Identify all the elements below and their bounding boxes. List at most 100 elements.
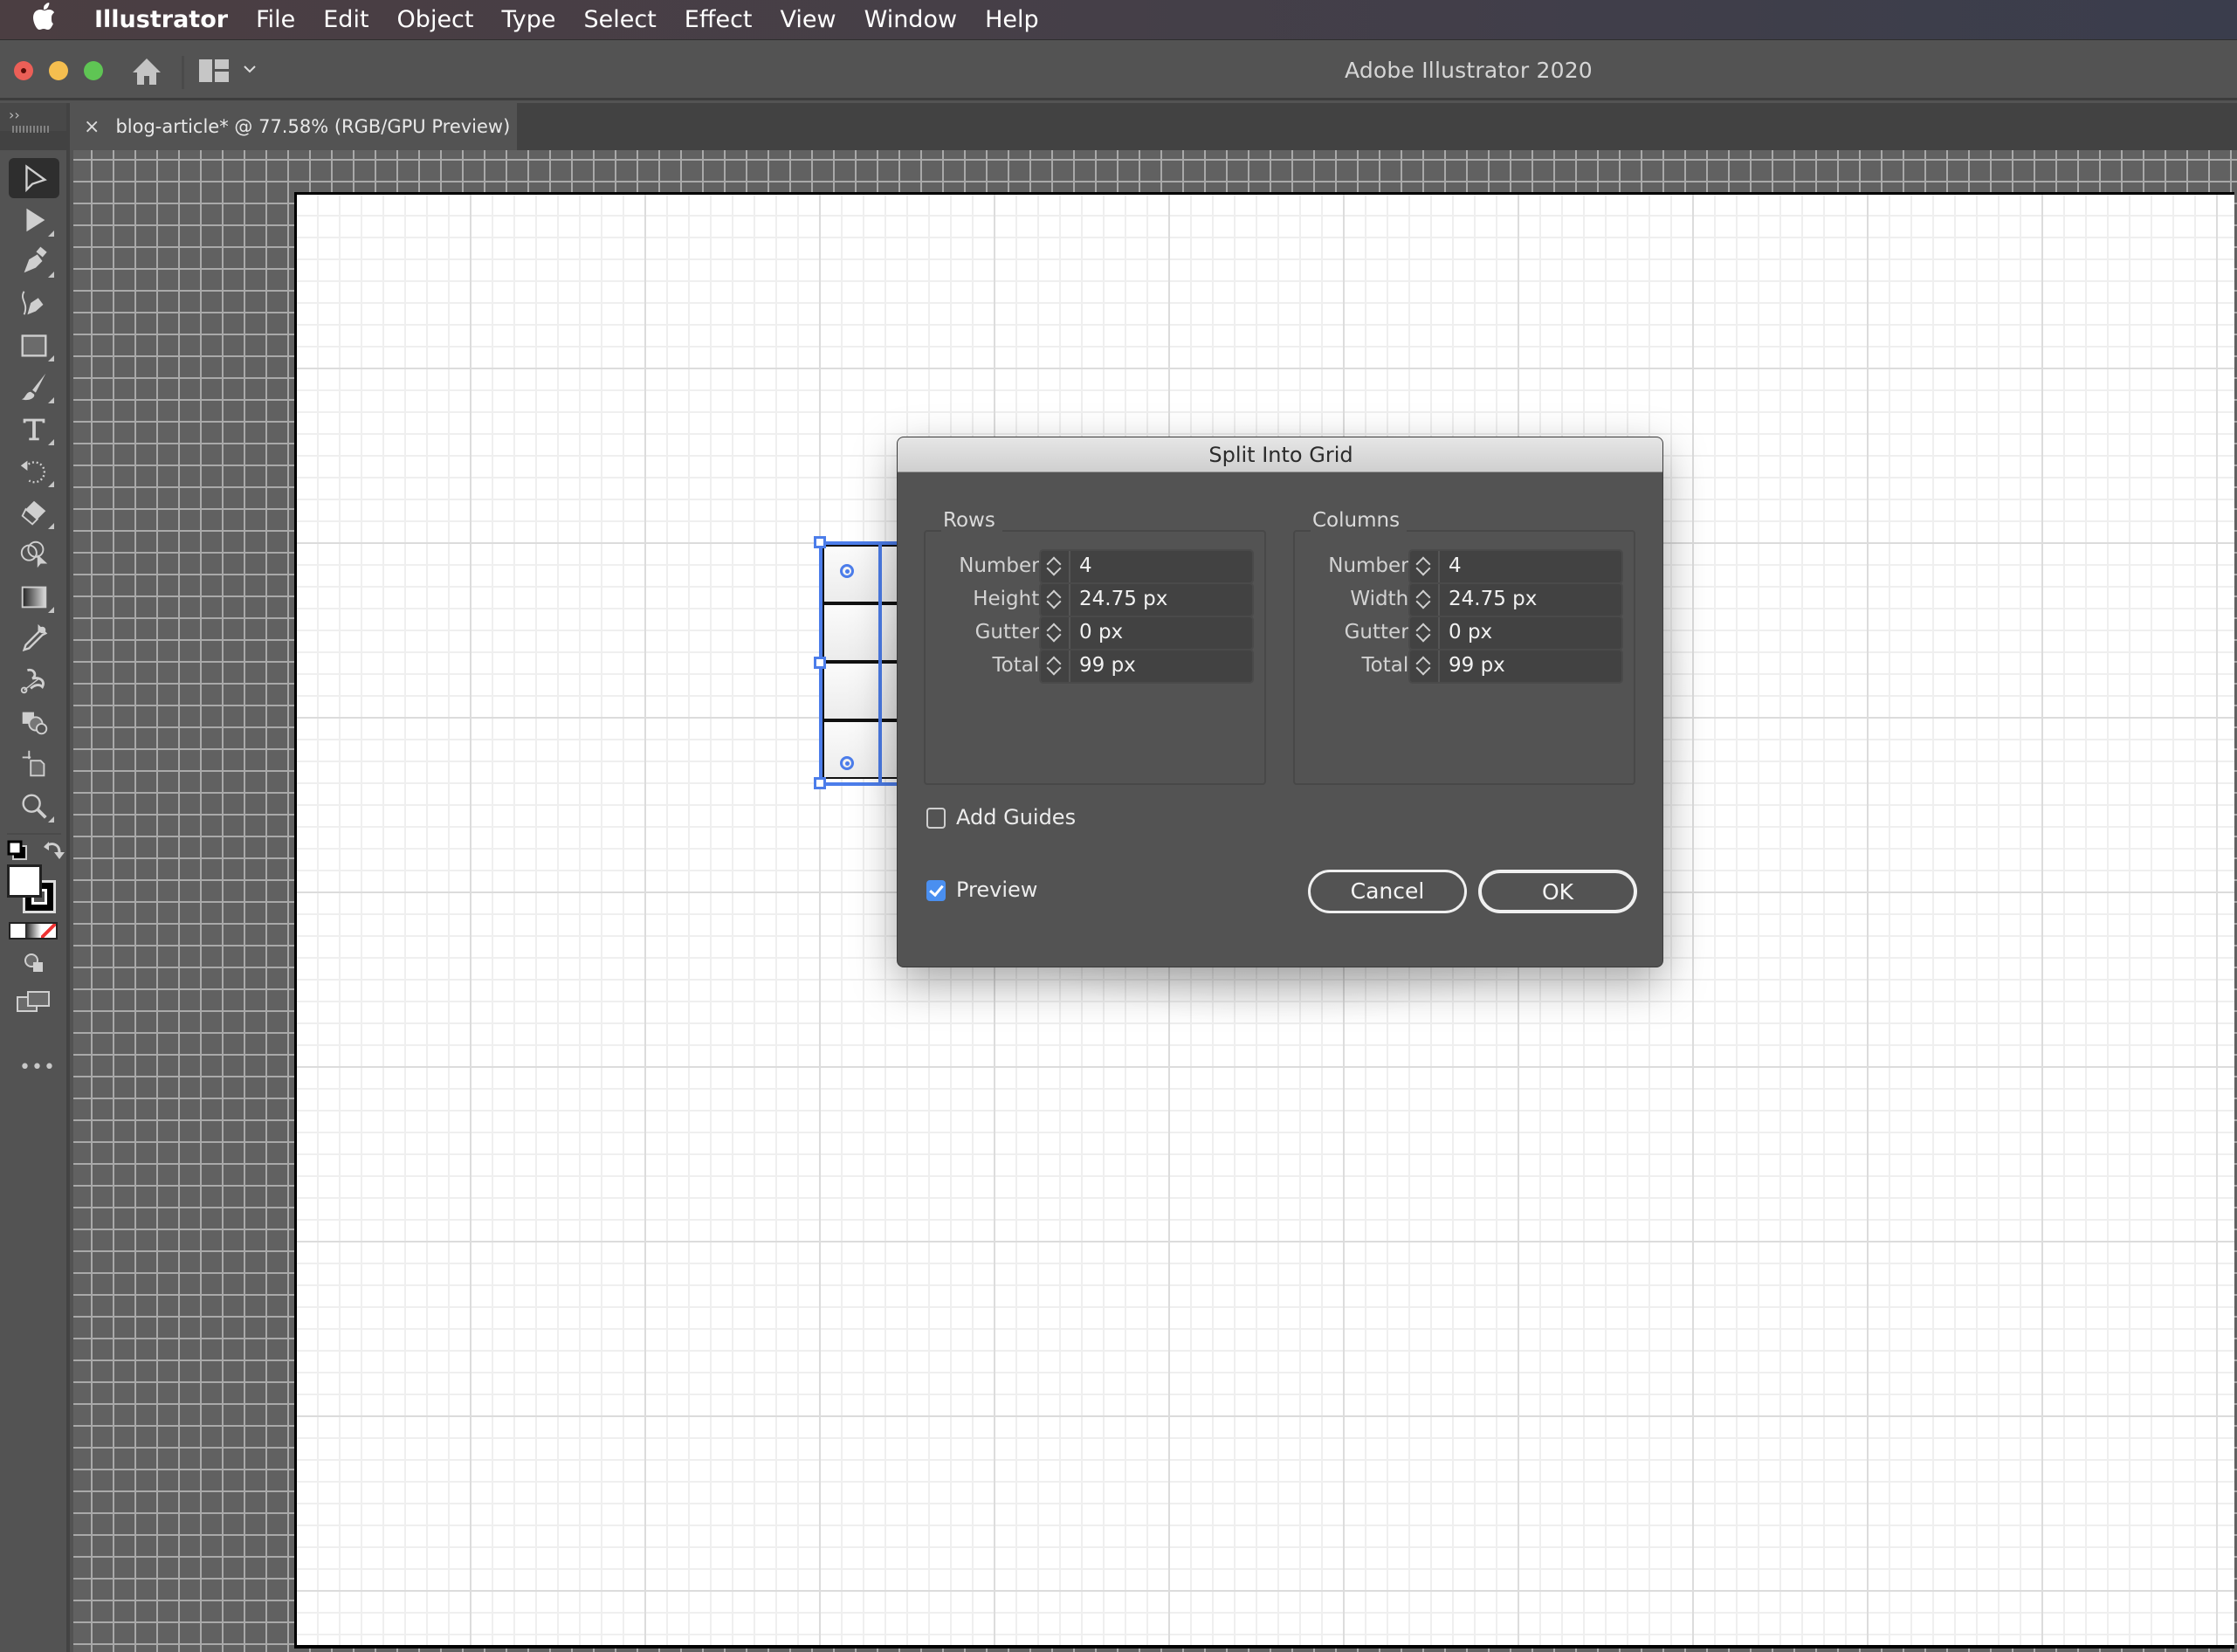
workspace-switcher-icon[interactable] [199, 59, 229, 82]
puppet-warp-tool[interactable] [9, 660, 59, 700]
rectangle-tool[interactable] [9, 325, 59, 365]
window-maximize-button[interactable] [84, 61, 103, 80]
preview-label[interactable]: Preview [956, 878, 1037, 902]
panel-grip-handle[interactable] [12, 126, 51, 133]
resize-handle-top-left[interactable] [814, 536, 826, 548]
swap-fill-stroke-icon[interactable] [42, 840, 65, 863]
window-close-button[interactable] [14, 61, 33, 80]
type-tool[interactable] [9, 409, 59, 449]
columns-total-stepper[interactable] [1410, 650, 1440, 682]
eyedropper-tool[interactable] [9, 618, 59, 658]
columns-total-label: Total: [1361, 654, 1415, 677]
paintbrush-icon [21, 373, 46, 401]
dialog-title[interactable]: Split Into Grid [898, 437, 1662, 472]
columns-gutter-field [1408, 616, 1623, 650]
selection-arrow-icon [25, 164, 47, 193]
gradient-tool[interactable] [9, 576, 59, 616]
type-t-icon [23, 418, 45, 441]
rows-height-row: Height: [926, 582, 1266, 617]
add-guides-label[interactable]: Add Guides [956, 805, 1076, 829]
document-tab-bar: ›› × blog-article* @ 77.58% (RGB/GPU Pre… [0, 103, 2237, 150]
curvature-pen-icon [22, 291, 44, 315]
rows-number-label: Number: [959, 554, 1046, 577]
artboard-icon [22, 750, 45, 777]
live-paint-tool[interactable] [9, 702, 59, 742]
menu-type[interactable]: Type [501, 6, 555, 33]
zoom-tool[interactable] [9, 786, 59, 826]
rotate-tool[interactable] [9, 451, 59, 491]
columns-legend: Columns [1311, 509, 1408, 532]
live-paint-bucket-icon [22, 712, 48, 735]
screen-mode-icon[interactable] [16, 990, 51, 1015]
menu-select[interactable]: Select [584, 6, 657, 33]
menu-help[interactable]: Help [985, 6, 1039, 33]
menu-window[interactable]: Window [864, 6, 957, 33]
preview-checkbox[interactable] [926, 880, 946, 901]
artboard-tool[interactable] [9, 744, 59, 784]
menu-view[interactable]: View [781, 6, 836, 33]
menu-effect[interactable]: Effect [685, 6, 753, 33]
rows-total-stepper[interactable] [1041, 650, 1070, 682]
columns-group: Columns Number: Width: Gutter: Total: [1293, 509, 1635, 785]
pen-tool[interactable] [9, 241, 59, 281]
tools-panel: ••• [0, 150, 70, 1652]
cancel-button[interactable]: Cancel [1308, 870, 1467, 913]
columns-gutter-stepper[interactable] [1410, 617, 1440, 649]
menu-edit[interactable]: Edit [323, 6, 368, 33]
rows-number-stepper[interactable] [1041, 551, 1070, 582]
rows-number-row: Number: [926, 549, 1266, 584]
columns-width-input[interactable] [1449, 588, 1614, 610]
menu-file[interactable]: File [256, 6, 295, 33]
edit-toolbar-more-button[interactable]: ••• [19, 1057, 56, 1078]
add-guides-checkbox[interactable] [926, 808, 946, 829]
columns-gutter-input[interactable] [1449, 621, 1614, 644]
direct-selection-tool[interactable] [9, 200, 59, 240]
window-minimize-button[interactable] [49, 61, 68, 80]
columns-number-input[interactable] [1449, 554, 1614, 577]
eraser-tool[interactable] [9, 492, 59, 533]
columns-number-stepper[interactable] [1410, 551, 1440, 582]
fill-color-swatch[interactable] [7, 864, 42, 898]
rectangle-icon [21, 334, 47, 357]
resize-handle-middle-left[interactable] [814, 657, 826, 669]
menu-app-name[interactable]: Illustrator [94, 6, 228, 33]
rows-number-field [1039, 549, 1254, 584]
rows-gutter-input[interactable] [1079, 621, 1245, 644]
selection-tool[interactable] [9, 158, 59, 198]
magnifier-icon [22, 794, 47, 819]
menu-object[interactable]: Object [397, 6, 474, 33]
rows-height-stepper[interactable] [1041, 584, 1070, 616]
columns-width-stepper[interactable] [1410, 584, 1440, 616]
color-mode-none[interactable] [40, 924, 56, 938]
rows-total-input[interactable] [1079, 654, 1245, 677]
paintbrush-tool[interactable] [9, 367, 59, 407]
apple-menu-icon[interactable] [31, 2, 79, 38]
rows-number-input[interactable] [1079, 554, 1245, 577]
eraser-icon [21, 500, 46, 526]
home-icon[interactable] [131, 58, 162, 86]
draw-mode-icon[interactable] [23, 952, 45, 974]
rows-total-label: Total: [992, 654, 1046, 677]
close-tab-icon[interactable]: × [84, 116, 100, 138]
columns-number-field [1408, 549, 1623, 584]
chevron-down-icon[interactable] [243, 58, 257, 79]
ok-button[interactable]: OK [1478, 870, 1637, 913]
rows-height-input[interactable] [1079, 588, 1245, 610]
document-tab[interactable]: × blog-article* @ 77.58% (RGB/GPU Previe… [70, 103, 517, 150]
rows-gutter-stepper[interactable] [1041, 617, 1070, 649]
shape-builder-tool[interactable] [9, 534, 59, 575]
eyedropper-icon [22, 623, 48, 652]
toolbar-divider [7, 833, 61, 835]
color-mode-solid[interactable] [10, 924, 26, 938]
window-title-bar: Adobe Illustrator 2020 [0, 39, 2237, 100]
columns-gutter-label: Gutter: [1344, 621, 1415, 644]
columns-width-label: Width: [1350, 588, 1415, 610]
columns-total-input[interactable] [1449, 654, 1614, 677]
color-mode-buttons [9, 922, 58, 940]
rows-legend: Rows [941, 509, 1002, 532]
resize-handle-bottom-left[interactable] [814, 777, 826, 789]
color-mode-gradient[interactable] [25, 924, 41, 938]
curvature-tool[interactable] [9, 283, 59, 323]
default-fill-stroke-icon[interactable] [7, 840, 28, 861]
columns-total-row: Total: [1295, 649, 1635, 684]
